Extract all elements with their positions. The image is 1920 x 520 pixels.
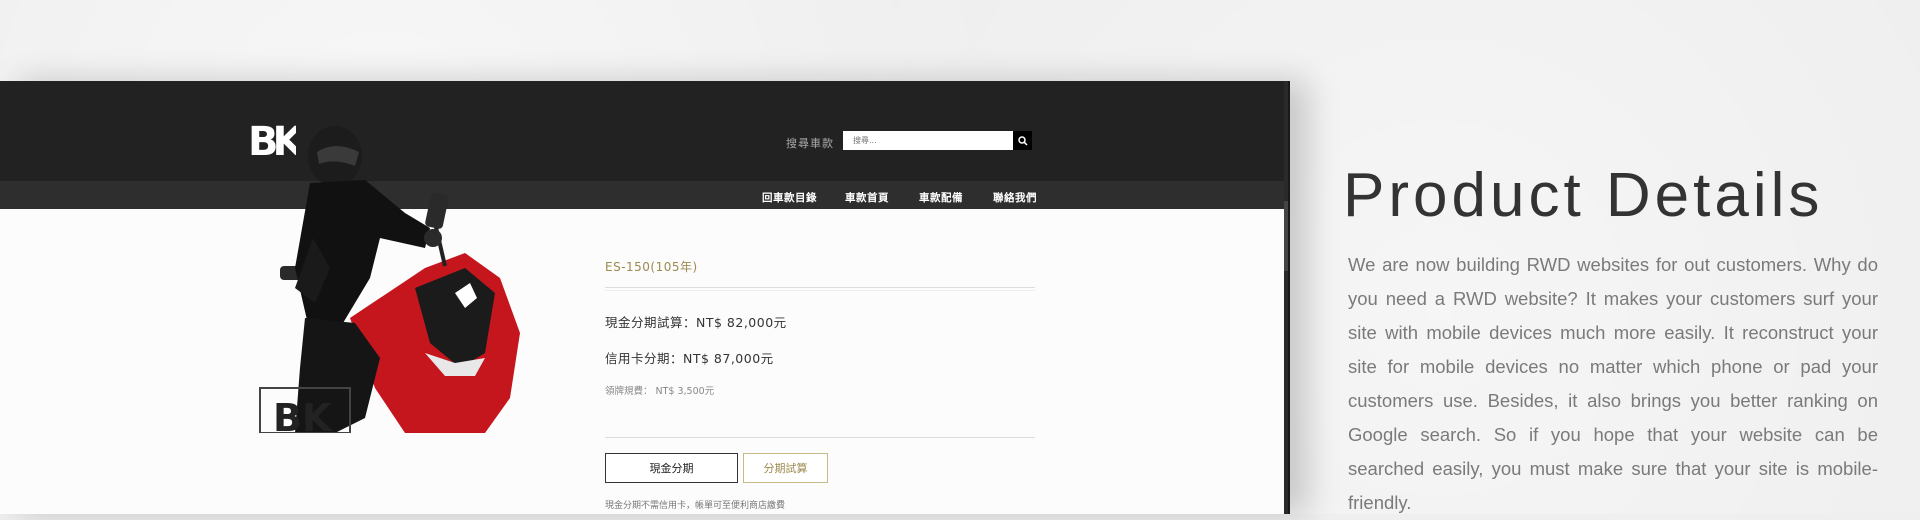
title-divider xyxy=(605,287,1035,288)
search-icon xyxy=(1017,135,1028,146)
search-input[interactable] xyxy=(843,131,1013,150)
search-label: 搜尋車款 xyxy=(786,137,834,150)
window-edge xyxy=(1288,81,1290,514)
badge-logo: BK xyxy=(273,396,333,433)
panel-heading: Product Details xyxy=(1343,161,1824,230)
nav-item-catalog[interactable]: 回車款目錄 xyxy=(762,190,817,205)
product-image: BK xyxy=(259,126,520,433)
search-button[interactable] xyxy=(1013,131,1032,150)
nav-item-model-home[interactable]: 車款首頁 xyxy=(845,190,889,205)
payment-note: 現金分期不需信用卡，帳單可至便利商店繳費 xyxy=(605,501,786,511)
license-fee: 領牌規費： NT$ 3,500元 xyxy=(605,386,715,397)
installment-calc-button[interactable]: 分期試算 xyxy=(743,453,828,483)
panel-description: We are now building RWD websites for out… xyxy=(1348,254,1878,513)
rider-glove xyxy=(424,229,442,247)
credit-price: 信用卡分期：NT$ 87,000元 xyxy=(605,351,774,366)
nav-item-equipment[interactable]: 車款配備 xyxy=(919,190,963,205)
cash-price: 現金分期試算：NT$ 82,000元 xyxy=(605,315,787,330)
price-divider xyxy=(605,437,1035,438)
site-header: BK 搜尋車款 xyxy=(0,81,1290,181)
nav-item-contact[interactable]: 聯絡我們 xyxy=(993,190,1037,205)
main-nav: 回車款目錄 車款首頁 車款配備 聯絡我們 xyxy=(0,181,1290,209)
product-title: ES-150(105年) xyxy=(605,260,698,274)
title-divider-secondary xyxy=(605,290,1035,291)
website-mockup: BK 搜尋車款 回車款目錄 車款首頁 車款配備 聯絡我們 xyxy=(0,81,1290,514)
cash-installment-button[interactable]: 現金分期 xyxy=(605,453,738,483)
mirror-right xyxy=(425,192,449,229)
